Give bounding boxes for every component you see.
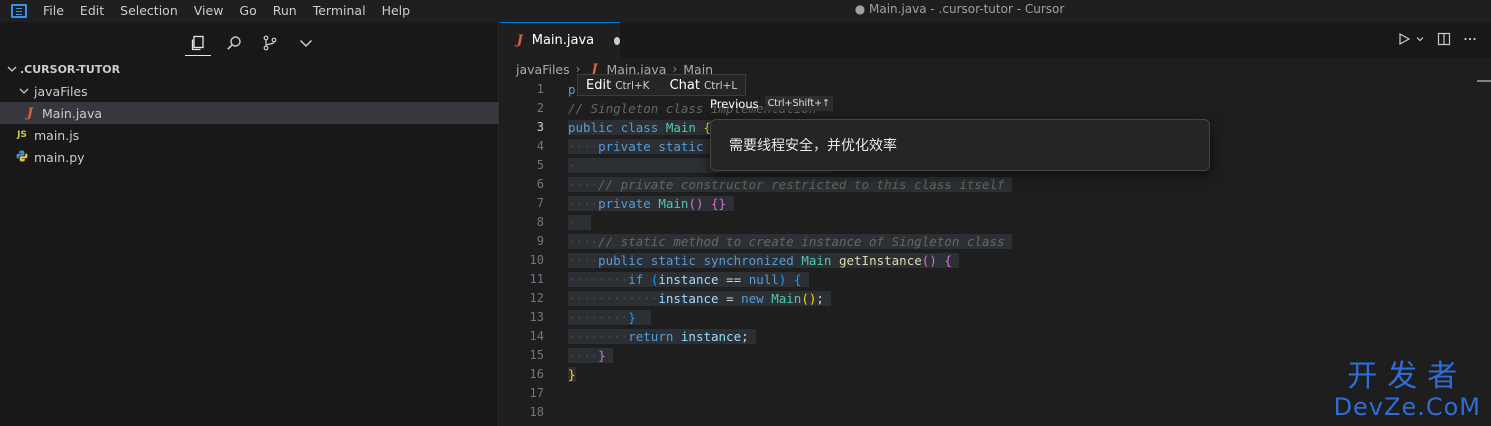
- editor-actions: [1397, 32, 1477, 46]
- explorer-root-folder[interactable]: .CURSOR-TUTOR: [0, 58, 499, 80]
- edit-button[interactable]: Edit Ctrl+K: [586, 78, 650, 93]
- java-file-icon: J: [516, 33, 523, 48]
- code-line[interactable]: ····// private constructor restricted to…: [568, 175, 1468, 194]
- source-control-icon: [263, 35, 277, 51]
- chevron-down-icon: [7, 66, 17, 72]
- previous-label: Previous: [710, 96, 759, 111]
- code-line[interactable]: ····public static synchronized Main getI…: [568, 251, 1468, 270]
- more-views-tab[interactable]: [293, 30, 319, 56]
- menu-file[interactable]: File: [35, 0, 72, 22]
- line-number-current: 3: [536, 120, 544, 134]
- chat-button[interactable]: Chat Ctrl+L: [670, 78, 738, 93]
- code-line[interactable]: ·: [568, 213, 1468, 232]
- code-line[interactable]: ········return instance;: [568, 327, 1468, 346]
- file-label: main.py: [34, 149, 85, 165]
- line-number: 1: [536, 82, 544, 96]
- watermark-bottom: DevZe.CoM: [1333, 393, 1481, 421]
- line-number: 10: [529, 253, 544, 267]
- folder-label: javaFiles: [34, 83, 88, 99]
- explorer-tab[interactable]: [185, 30, 211, 56]
- line-number: 12: [529, 291, 544, 305]
- file-label: main.js: [34, 127, 80, 143]
- tree-file-main-js[interactable]: JS main.js: [0, 124, 499, 146]
- watermark-top: 开发者: [1347, 359, 1468, 394]
- line-number: 6: [536, 177, 544, 191]
- line-number: 14: [529, 329, 544, 343]
- unsaved-dot-icon[interactable]: [614, 36, 620, 45]
- line-number: 8: [536, 215, 544, 229]
- editor-tab-bar: J Main.java: [500, 22, 1491, 58]
- chevron-down-icon[interactable]: [1415, 34, 1425, 44]
- chevron-down-icon: [19, 88, 29, 94]
- code-line[interactable]: ········if (instance == null) {: [568, 270, 1468, 289]
- previous-prompt-hint[interactable]: Previous Ctrl+Shift+↑: [710, 96, 833, 111]
- line-number: 17: [529, 386, 544, 400]
- code-line[interactable]: ········}: [568, 308, 1468, 327]
- chevron-down-icon: [299, 39, 313, 48]
- split-editor-icon[interactable]: [1437, 32, 1451, 46]
- source-control-tab[interactable]: [257, 30, 283, 56]
- line-number: 18: [529, 405, 544, 419]
- code-line[interactable]: ············instance = new Main();: [568, 289, 1468, 308]
- java-file-icon: J: [26, 105, 34, 121]
- previous-shortcut: Ctrl+Shift+↑: [764, 96, 833, 111]
- code-line[interactable]: // Singleton class implementation: [568, 99, 1468, 118]
- line-number: 7: [536, 196, 544, 210]
- tree-folder-javafiles[interactable]: javaFiles: [0, 80, 499, 102]
- js-file-icon: JS: [17, 130, 27, 140]
- scrollbar-indicator[interactable]: [1477, 80, 1491, 102]
- line-number: 16: [529, 367, 544, 381]
- line-number: 5: [536, 158, 544, 172]
- tree-file-main-java[interactable]: J Main.java: [0, 102, 499, 124]
- search-tab[interactable]: [221, 30, 247, 56]
- sidebar-view-tabs: [185, 30, 319, 56]
- explorer-sidebar: .CURSOR-TUTOR javaFiles J Main.java JS m…: [0, 22, 499, 426]
- tree-file-main-py[interactable]: main.py: [0, 146, 499, 168]
- line-number: 15: [529, 348, 544, 362]
- tab-label: Main.java: [531, 33, 595, 48]
- more-actions-icon[interactable]: [1463, 32, 1477, 46]
- prompt-text: 需要线程安全，并优化效率: [729, 138, 897, 154]
- line-number: 4: [536, 139, 544, 153]
- menu-edit[interactable]: Edit: [72, 0, 112, 22]
- menu-terminal[interactable]: Terminal: [305, 0, 374, 22]
- code-line[interactable]: ····private Main() {}: [568, 194, 1468, 213]
- title-bar: File Edit Selection View Go Run Terminal…: [0, 0, 1491, 22]
- code-line[interactable]: ····// static method to create instance …: [568, 232, 1468, 251]
- menu-help[interactable]: Help: [374, 0, 419, 22]
- cursor-logo-icon: [11, 4, 27, 18]
- devze-watermark: 开发者 DevZe.CoM: [1333, 359, 1481, 421]
- menu-view[interactable]: View: [186, 0, 232, 22]
- menu-selection[interactable]: Selection: [112, 0, 186, 22]
- root-folder-label: .CURSOR-TUTOR: [20, 62, 121, 76]
- tab-main-java[interactable]: J Main.java: [500, 22, 620, 58]
- line-number: 9: [536, 234, 544, 248]
- menu-run[interactable]: Run: [265, 0, 305, 22]
- inline-ai-toolbar: Edit Ctrl+K Chat Ctrl+L: [577, 74, 747, 96]
- python-file-icon: [14, 150, 30, 165]
- menu-go[interactable]: Go: [231, 0, 264, 22]
- line-number-gutter: 1 2 3 4 5 6 7 8 9 10 11 12 13 14 15 16 1…: [500, 80, 544, 422]
- ai-prompt-input[interactable]: 需要线程安全，并优化效率: [710, 119, 1210, 171]
- line-number: 2: [536, 101, 544, 115]
- files-icon: [191, 35, 204, 50]
- breadcrumb-folder[interactable]: javaFiles: [516, 62, 570, 77]
- line-number: 13: [529, 310, 544, 324]
- run-icon[interactable]: [1397, 32, 1411, 46]
- search-icon: [227, 36, 241, 50]
- file-label: Main.java: [42, 105, 103, 121]
- line-number: 11: [529, 272, 544, 286]
